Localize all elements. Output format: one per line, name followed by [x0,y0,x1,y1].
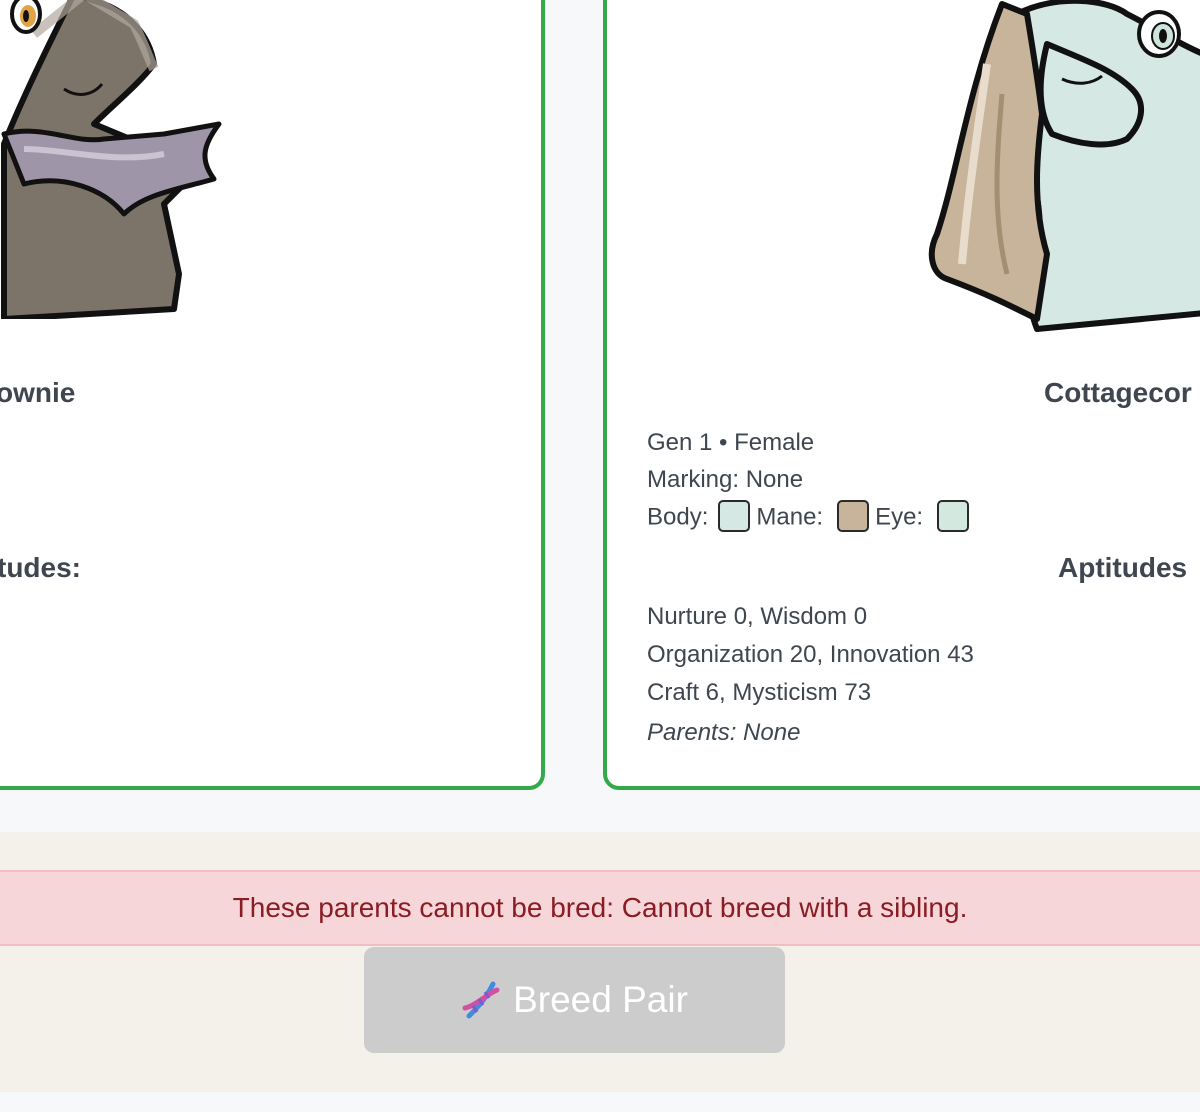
parent-card-right: Cottagecor Gen 1 • Female Marking: None … [603,0,1200,790]
pony-name-right: Cottagecor [1044,377,1192,408]
color-row: Body: Mane: Eye: [647,500,975,534]
pony-portrait-left [1,0,222,319]
marking: Marking: None [647,466,804,493]
parent-card-left: ownie tudes: [0,0,545,790]
aptitudes-heading-right: Aptitudes [1058,552,1188,583]
breed-pair-button[interactable]: Breed Pair [364,947,785,1053]
parents-info: Parents: None [647,719,801,746]
dna-icon [461,980,501,1020]
aptitudes-heading-left: tudes: [0,552,81,583]
breeding-panel: These parents cannot be bred: Cannot bre… [0,832,1200,1092]
mane-color-swatch [837,500,870,532]
mane-label: Mane: [756,503,824,531]
breed-pair-label: Breed Pair [513,979,688,1020]
pony-portrait-right [928,0,1200,332]
eye-label: Eye: [875,503,924,531]
generation-sex: Gen 1 • Female [647,429,815,456]
body-label: Body: [647,503,709,531]
eye-color-swatch [937,500,970,532]
aptitude-line: Nurture 0, Wisdom 0 [647,603,868,630]
error-message: These parents cannot be bred: Cannot bre… [0,870,1200,946]
aptitude-line: Organization 20, Innovation 43 [647,641,974,668]
body-color-swatch [718,500,751,532]
aptitude-line: Craft 6, Mysticism 73 [647,679,872,706]
pony-name-left: ownie [0,377,76,408]
